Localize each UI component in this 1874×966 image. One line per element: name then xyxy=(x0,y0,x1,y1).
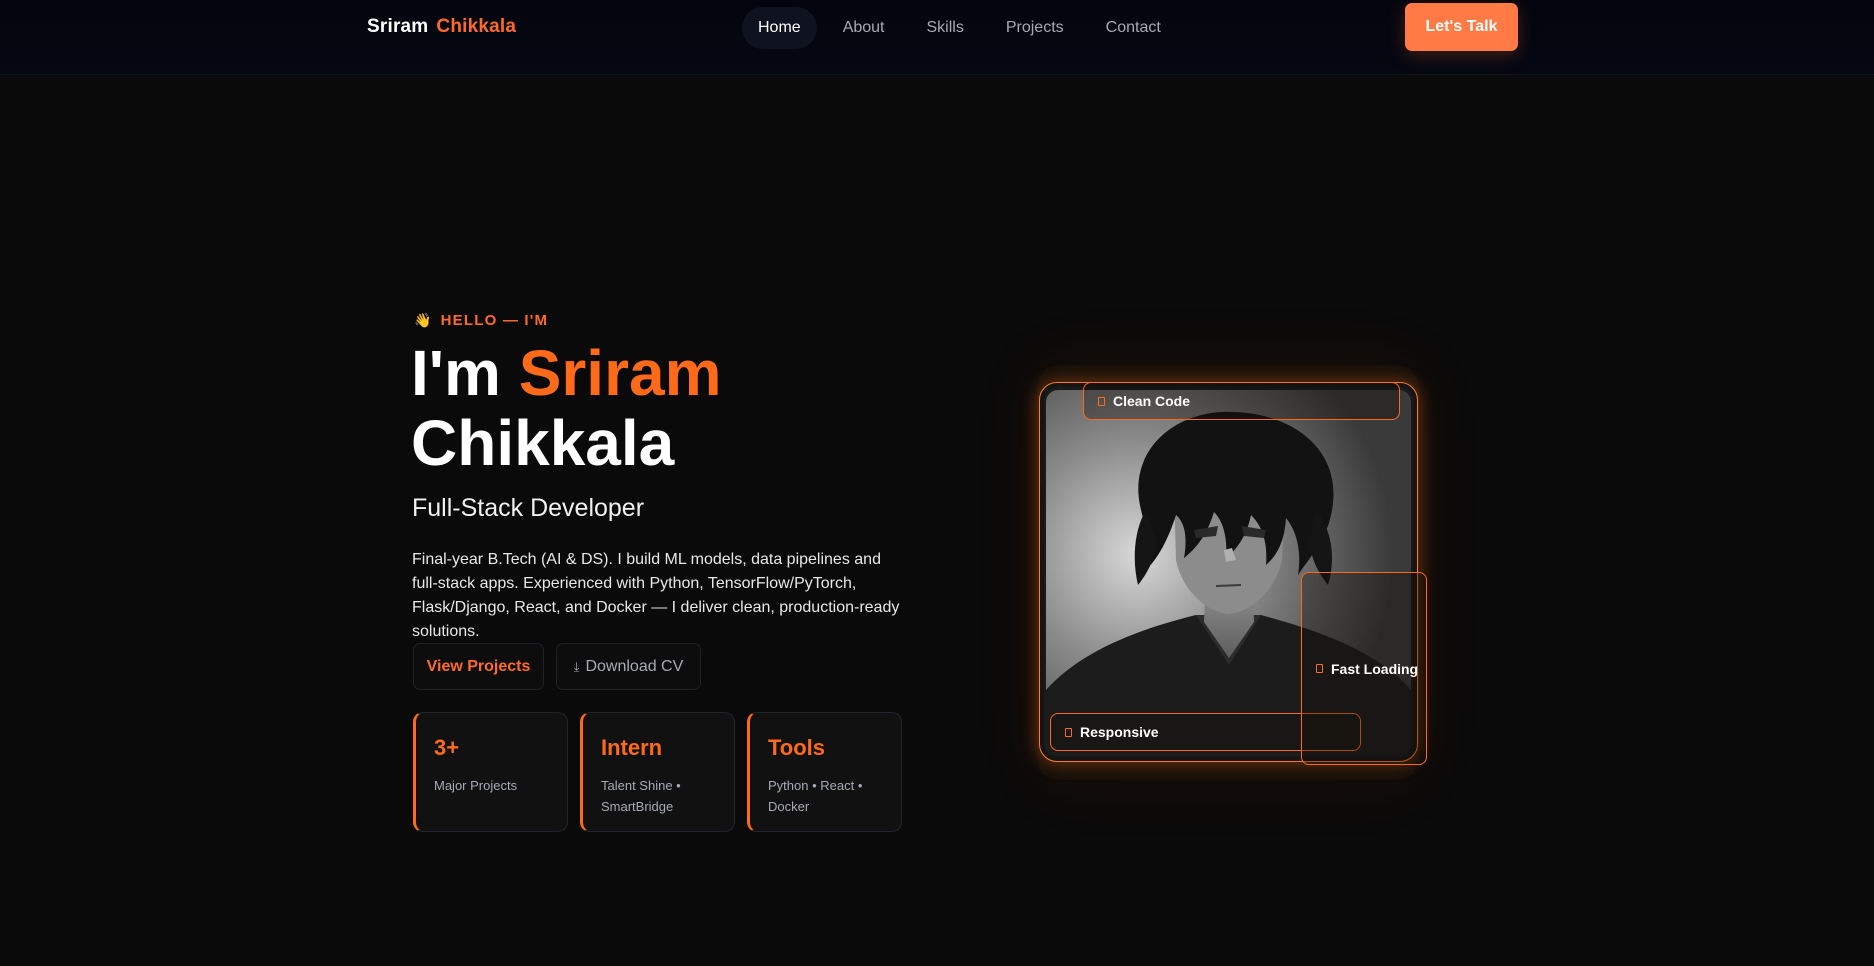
bolt-icon xyxy=(1316,664,1323,673)
nav-link-contact[interactable]: Contact xyxy=(1090,7,1177,49)
badge-label: Clean Code xyxy=(1113,393,1191,409)
hero-title: I'm Sriram Chikkala xyxy=(411,338,721,478)
badge-label: Responsive xyxy=(1080,724,1159,740)
hero-eyebrow-text: HELLO — I'M xyxy=(440,312,549,329)
badge-fast-loading: Fast Loading xyxy=(1301,572,1427,765)
brand-first-name: Sriram xyxy=(367,16,429,37)
hero-title-prefix: I'm xyxy=(411,337,501,409)
stat-card-intern: Intern Talent Shine • SmartBridge xyxy=(580,712,735,832)
stat-label: Python • React • Docker xyxy=(768,778,863,814)
nav-links: Home About Skills Projects Contact xyxy=(742,7,1177,49)
brand-last-name: Chikkala xyxy=(436,16,517,37)
download-cv-button[interactable]: ⤓ Download CV xyxy=(556,643,701,690)
hero-eyebrow: 👋 HELLO — I'M xyxy=(414,312,548,329)
top-nav: Sriram Chikkala Home About Skills Project… xyxy=(0,0,1874,75)
stat-value: Tools xyxy=(768,735,826,760)
hero-role: Full-Stack Developer xyxy=(412,494,645,522)
hero-bio: Final-year B.Tech (AI & DS). I build ML … xyxy=(412,551,900,640)
lets-talk-button[interactable]: Let's Talk xyxy=(1405,3,1518,51)
nav-link-projects[interactable]: Projects xyxy=(990,7,1080,49)
download-cv-label: Download CV xyxy=(585,657,684,675)
stat-value: 3+ xyxy=(434,735,460,760)
nav-link-about[interactable]: About xyxy=(827,7,901,49)
view-projects-button[interactable]: View Projects xyxy=(413,643,544,690)
code-icon xyxy=(1098,396,1105,406)
hero-title-last: Chikkala xyxy=(411,407,675,479)
badge-clean-code: Clean Code xyxy=(1083,382,1400,420)
stat-value: Intern xyxy=(601,735,663,760)
stat-label: Major Projects xyxy=(434,778,518,793)
nav-link-home[interactable]: Home xyxy=(742,7,817,49)
badge-label: Fast Loading xyxy=(1331,660,1419,677)
hero-title-accent: Sriram xyxy=(518,337,722,409)
download-icon: ⤓ xyxy=(573,658,580,674)
stat-card-projects: 3+ Major Projects xyxy=(413,712,568,832)
brand-logo[interactable]: Sriram Chikkala xyxy=(367,16,516,38)
stat-card-tools: Tools Python • React • Docker xyxy=(747,712,902,832)
stat-label: Talent Shine • SmartBridge xyxy=(601,778,681,814)
waving-hand-icon: 👋 xyxy=(414,312,433,328)
mobile-icon xyxy=(1065,727,1072,737)
nav-link-skills[interactable]: Skills xyxy=(911,7,980,49)
